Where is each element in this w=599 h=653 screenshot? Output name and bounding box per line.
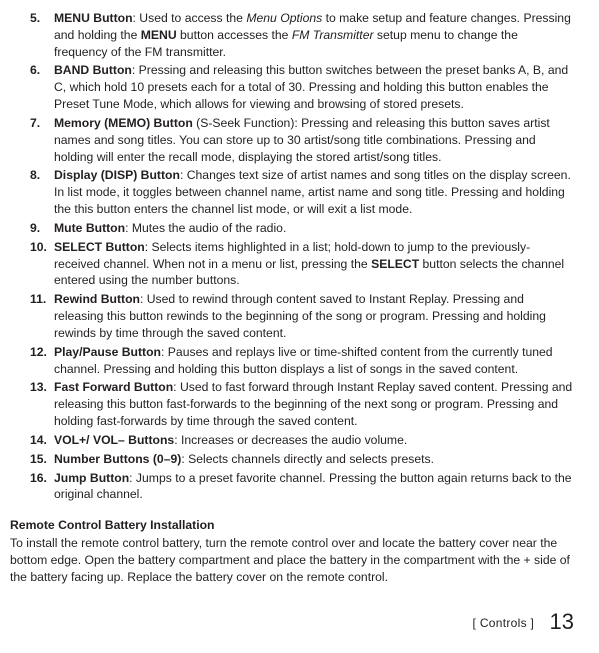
item-title: Play/Pause Button bbox=[54, 345, 161, 359]
item-body: Mute Button: Mutes the audio of the radi… bbox=[54, 220, 574, 237]
item-title: MENU Button bbox=[54, 11, 133, 25]
item-title: VOL+/ VOL– Buttons bbox=[54, 433, 174, 447]
list-item: 10. SELECT Button: Selects items highlig… bbox=[30, 239, 574, 289]
footer-section-label: [ Controls ] bbox=[473, 616, 535, 630]
item-title: Display (DISP) Button bbox=[54, 168, 180, 182]
list-item: 5. MENU Button: Used to access the Menu … bbox=[30, 10, 574, 60]
item-number: 5. bbox=[30, 10, 40, 27]
list-item: 14. VOL+/ VOL– Buttons: Increases or dec… bbox=[30, 432, 574, 449]
item-body: VOL+/ VOL– Buttons: Increases or decreas… bbox=[54, 432, 574, 449]
section-body: To install the remote control battery, t… bbox=[10, 535, 574, 585]
item-number: 14. bbox=[30, 432, 47, 449]
item-number: 8. bbox=[30, 167, 40, 184]
item-body: Rewind Button: Used to rewind through co… bbox=[54, 291, 574, 341]
item-number: 11. bbox=[30, 291, 46, 308]
item-number: 7. bbox=[30, 115, 40, 132]
list-item: 7. Memory (MEMO) Button (S-Seek Function… bbox=[30, 115, 574, 165]
item-body: Play/Pause Button: Pauses and replays li… bbox=[54, 344, 574, 378]
item-title: BAND Button bbox=[54, 63, 132, 77]
item-number: 13. bbox=[30, 379, 47, 396]
item-body: MENU Button: Used to access the Menu Opt… bbox=[54, 10, 574, 60]
item-body: Display (DISP) Button: Changes text size… bbox=[54, 167, 574, 217]
list-item: 8. Display (DISP) Button: Changes text s… bbox=[30, 167, 574, 217]
item-body: Memory (MEMO) Button (S-Seek Function): … bbox=[54, 115, 574, 165]
item-number: 10. bbox=[30, 239, 47, 256]
item-number: 9. bbox=[30, 220, 40, 237]
item-number: 6. bbox=[30, 62, 40, 79]
numbered-list: 5. MENU Button: Used to access the Menu … bbox=[30, 10, 574, 503]
item-body: Number Buttons (0–9): Selects channels d… bbox=[54, 451, 574, 468]
item-title: Memory (MEMO) Button bbox=[54, 116, 193, 130]
item-number: 15. bbox=[30, 451, 47, 468]
item-body: BAND Button: Pressing and releasing this… bbox=[54, 62, 574, 112]
list-item: 13. Fast Forward Button: Used to fast fo… bbox=[30, 379, 574, 429]
item-number: 12. bbox=[30, 344, 47, 361]
item-body: Jump Button: Jumps to a preset favorite … bbox=[54, 470, 574, 504]
item-body: SELECT Button: Selects items highlighted… bbox=[54, 239, 574, 289]
item-title: Number Buttons (0–9) bbox=[54, 452, 181, 466]
item-title: Rewind Button bbox=[54, 292, 140, 306]
item-title: Jump Button bbox=[54, 471, 129, 485]
list-item: 12. Play/Pause Button: Pauses and replay… bbox=[30, 344, 574, 378]
item-title: SELECT Button bbox=[54, 240, 145, 254]
list-item: 9. Mute Button: Mutes the audio of the r… bbox=[30, 220, 574, 237]
page-number: 13 bbox=[550, 609, 574, 634]
list-item: 16. Jump Button: Jumps to a preset favor… bbox=[30, 470, 574, 504]
item-number: 16. bbox=[30, 470, 47, 487]
item-title: Fast Forward Button bbox=[54, 380, 173, 394]
item-body: Fast Forward Button: Used to fast forwar… bbox=[54, 379, 574, 429]
list-item: 11. Rewind Button: Used to rewind throug… bbox=[30, 291, 574, 341]
list-item: 15. Number Buttons (0–9): Selects channe… bbox=[30, 451, 574, 468]
section-title: Remote Control Battery Installation bbox=[10, 517, 574, 534]
item-title: Mute Button bbox=[54, 221, 125, 235]
page-footer: [ Controls ] 13 bbox=[473, 607, 574, 637]
list-item: 6. BAND Button: Pressing and releasing t… bbox=[30, 62, 574, 112]
